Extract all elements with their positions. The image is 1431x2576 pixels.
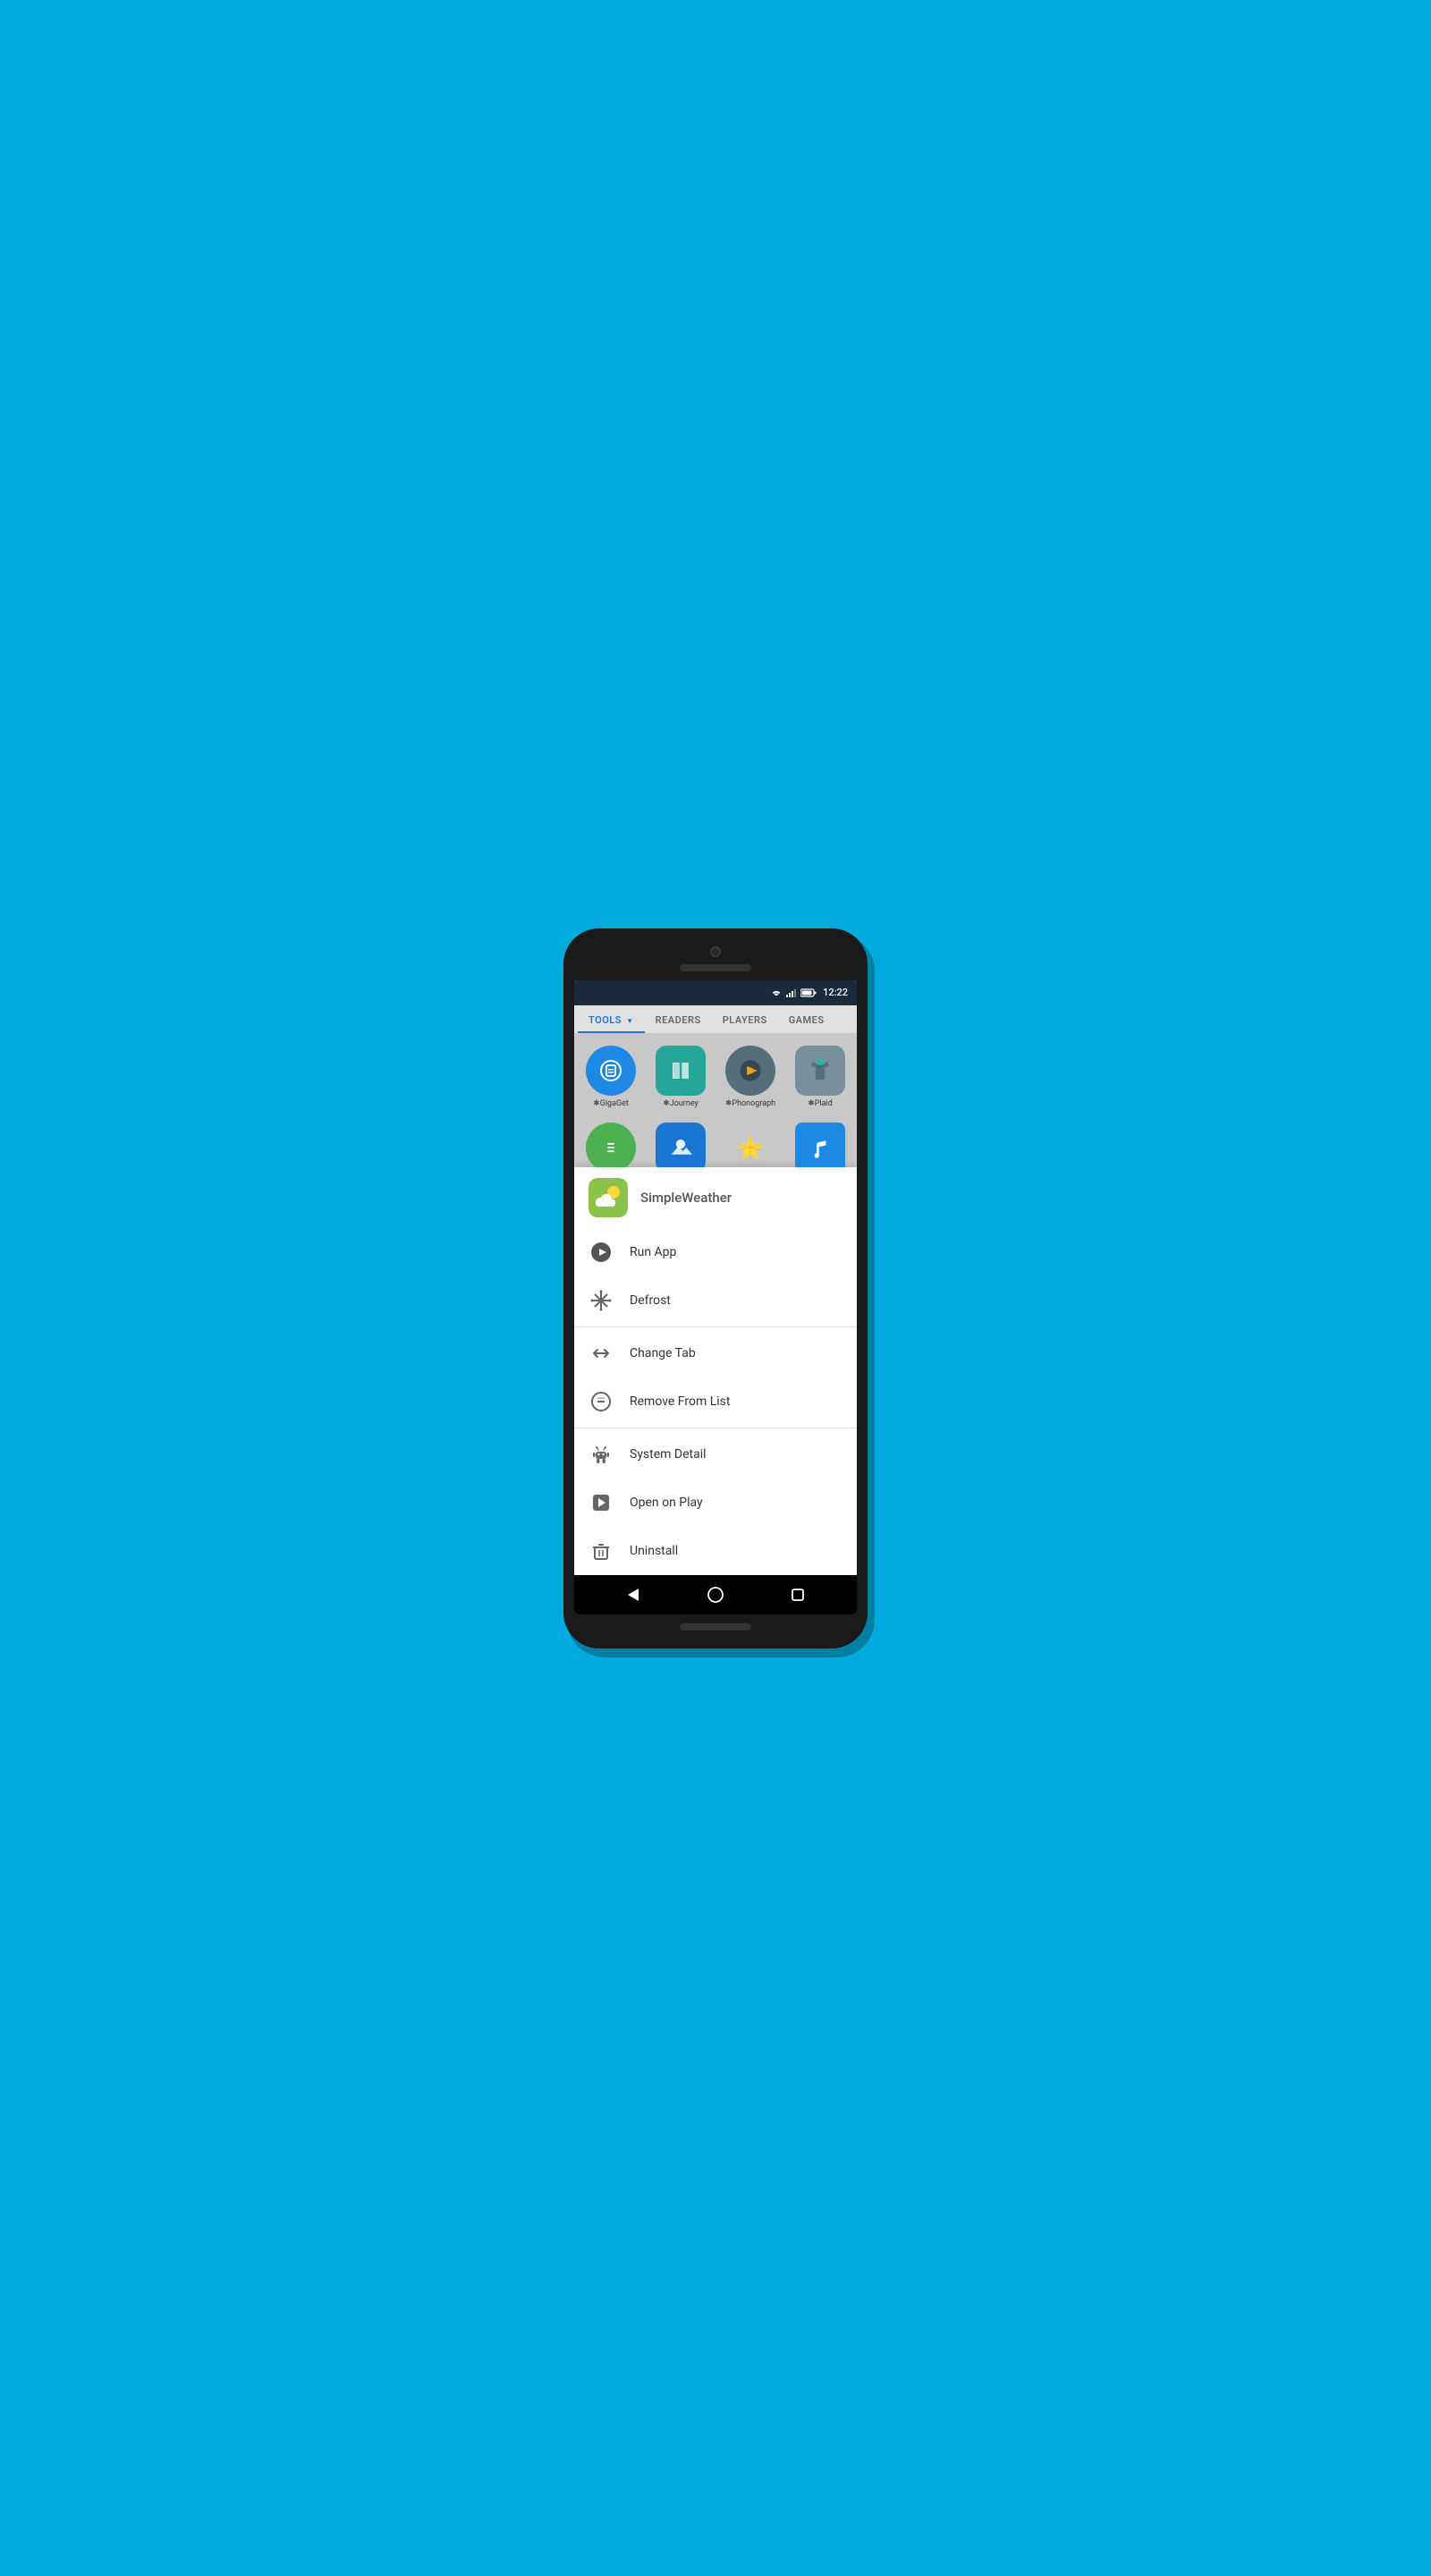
system-detail-item[interactable]: System Detail (574, 1430, 857, 1479)
change-tab-icon (588, 1341, 614, 1366)
wifi-icon (770, 988, 783, 997)
trash-icon (588, 1538, 614, 1563)
phone-device: 12:22 TOOLS ▼ READERS PLAYERS GAMES (563, 928, 868, 1648)
uninstall-label: Uninstall (630, 1544, 678, 1558)
row2-3-icon (725, 1123, 775, 1167)
run-app-label: Run App (630, 1245, 676, 1259)
app-grid: ✱GigaGet ✱Journey (574, 1033, 857, 1121)
app-row2-1[interactable] (578, 1121, 644, 1167)
app-row2-3[interactable] (717, 1121, 783, 1167)
app-journey[interactable]: ✱Journey (648, 1040, 714, 1114)
phonograph-label: ✱Phonograph (725, 1099, 775, 1108)
gigaget-label: ✱GigaGet (593, 1099, 629, 1108)
phone-speaker-top (680, 964, 751, 971)
tab-tools[interactable]: TOOLS ▼ (578, 1005, 645, 1033)
status-time: 12:22 (823, 987, 848, 998)
phone-camera (710, 946, 721, 957)
home-button[interactable] (698, 1577, 733, 1613)
remove-from-list-item[interactable]: Remove From List (574, 1377, 857, 1426)
play-icon (588, 1240, 614, 1265)
defrost-item[interactable]: Defrost (574, 1276, 857, 1325)
row2-1-icon (586, 1123, 636, 1167)
app-phonograph[interactable]: ✱Phonograph (717, 1040, 783, 1114)
remove-icon (588, 1389, 614, 1414)
uninstall-item[interactable]: Uninstall (574, 1527, 857, 1575)
divider-1 (574, 1326, 857, 1327)
app-row2-4[interactable] (787, 1121, 853, 1167)
plaid-icon (795, 1046, 845, 1096)
snowflake-icon (588, 1288, 614, 1313)
tab-readers[interactable]: READERS (645, 1005, 712, 1033)
simpleweather-icon (588, 1178, 628, 1217)
tab-games[interactable]: GAMES (778, 1005, 835, 1033)
app-row2-2[interactable] (648, 1121, 714, 1167)
nav-bar (574, 1575, 857, 1614)
app-gigaget[interactable]: ✱GigaGet (578, 1040, 644, 1114)
defrost-label: Defrost (630, 1293, 671, 1308)
row2-4-icon (795, 1123, 845, 1167)
plaid-label: ✱Plaid (808, 1099, 833, 1108)
context-menu-header: SimpleWeather (574, 1167, 857, 1228)
status-icons: 12:22 (770, 987, 848, 998)
run-app-item[interactable]: Run App (574, 1228, 857, 1276)
gigaget-icon (586, 1046, 636, 1096)
journey-label: ✱Journey (663, 1099, 699, 1108)
tab-players[interactable]: PLAYERS (712, 1005, 778, 1033)
phone-screen: 12:22 TOOLS ▼ READERS PLAYERS GAMES (574, 980, 857, 1614)
system-detail-label: System Detail (630, 1447, 707, 1462)
app-grid-partial (574, 1121, 857, 1167)
change-tab-item[interactable]: Change Tab (574, 1329, 857, 1377)
row2-2-icon (656, 1123, 706, 1167)
battery-icon (800, 988, 817, 997)
open-on-play-label: Open on Play (630, 1496, 703, 1510)
signal-icon (785, 988, 798, 997)
status-bar: 12:22 (574, 980, 857, 1005)
open-on-play-item[interactable]: Open on Play (574, 1479, 857, 1527)
context-menu: SimpleWeather Run App (574, 1167, 857, 1575)
journey-icon (656, 1046, 706, 1096)
play-store-icon (588, 1490, 614, 1515)
phonograph-icon (725, 1046, 775, 1096)
back-button[interactable] (615, 1577, 651, 1613)
tab-bar: TOOLS ▼ READERS PLAYERS GAMES (574, 1005, 857, 1033)
change-tab-label: Change Tab (630, 1346, 696, 1360)
remove-from-list-label: Remove From List (630, 1394, 730, 1409)
android-icon (588, 1442, 614, 1467)
recents-button[interactable] (780, 1577, 816, 1613)
dropdown-icon: ▼ (626, 1017, 633, 1025)
phone-speaker-bottom (680, 1623, 751, 1631)
context-app-name-label: SimpleWeather (640, 1190, 732, 1206)
app-plaid[interactable]: ✱Plaid (787, 1040, 853, 1114)
